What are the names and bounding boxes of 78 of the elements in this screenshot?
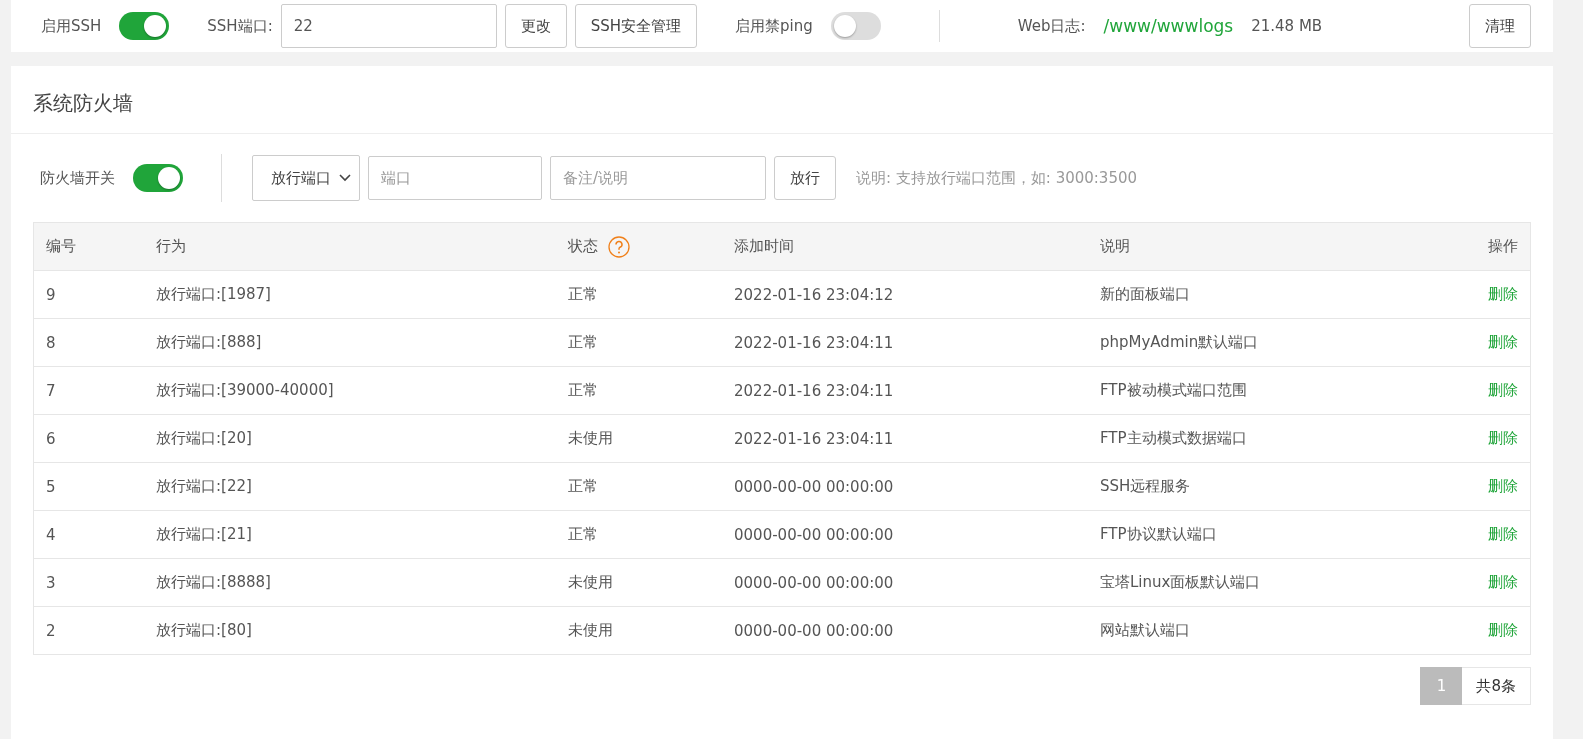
clean-button[interactable]: 清理 (1469, 4, 1531, 48)
status-cell-text: 未使用 (568, 573, 614, 592)
status-cell-text: 正常 (568, 477, 599, 496)
id-cell-text: 9 (46, 285, 57, 304)
web-log-label: Web日志: (1017, 16, 1086, 36)
status-cell-text: 正常 (568, 285, 599, 304)
status-cell-text: 正常 (568, 525, 599, 544)
ssh-button[interactable]: SSH安全管理 (574, 4, 698, 48)
id-cell-text: 3 (46, 573, 57, 592)
time-cell-text: 0000-00-00 00:00:00 (734, 573, 895, 592)
note-cell-text: FTP被动模式端口范围 (1100, 381, 1248, 400)
delete-link[interactable]: 删除 (1488, 525, 1518, 544)
firewall-title: 系统防火墙 (11, 66, 1553, 134)
note-cell-text: 网站默认端口 (1100, 621, 1191, 640)
note-cell-text: FTP主动模式数据端口 (1100, 429, 1248, 448)
action-cell-text: 放行端口:[80] (156, 621, 253, 640)
time-cell-text: 0000-00-00 00:00:00 (734, 621, 895, 640)
total-count: 共8条 (1462, 667, 1531, 705)
allow-button[interactable]: 放行 (774, 156, 836, 200)
rule-type-dropdown[interactable]: 放行端口 (252, 155, 360, 201)
ssh-port-field[interactable]: 22 (280, 4, 497, 48)
firewall-switch-label: 防火墙开关 (40, 168, 115, 188)
port-field[interactable]: 端口 (368, 156, 542, 200)
note-field[interactable]: 备注/说明 (550, 156, 766, 200)
delete-link[interactable]: 删除 (1488, 381, 1518, 400)
ssh-label: 启用SSH (41, 16, 102, 36)
column-header: 说明 (1100, 237, 1131, 256)
firewall-toggle[interactable] (133, 164, 183, 192)
action-cell-text: 放行端口:[39000-40000] (156, 381, 335, 400)
action-cell-text: 放行端口:[888] (156, 333, 263, 352)
time-cell-text: 2022-01-16 23:04:11 (734, 381, 895, 400)
time-cell-text: 0000-00-00 00:00:00 (734, 477, 895, 496)
page-button[interactable]: 1 (1420, 667, 1463, 705)
status-cell-text: 正常 (568, 381, 599, 400)
action-cell-text: 放行端口:[22] (156, 477, 253, 496)
delete-link[interactable]: 删除 (1488, 333, 1518, 352)
ping-toggle[interactable] (830, 12, 881, 40)
time-cell-text: 2022-01-16 23:04:11 (734, 333, 895, 352)
column-header: 添加时间 (734, 237, 795, 256)
delete-link[interactable]: 删除 (1488, 429, 1518, 448)
column-header: 操作 (1488, 237, 1518, 256)
note-cell-text: 新的面板端口 (1100, 285, 1191, 304)
web-log-path[interactable]: /www/wwwlogs (1103, 16, 1234, 36)
delete-link[interactable]: 删除 (1488, 285, 1518, 304)
time-cell-text: 0000-00-00 00:00:00 (734, 525, 895, 544)
note-cell-text: phpMyAdmin默认端口 (1100, 333, 1260, 352)
ssh-toggle[interactable] (119, 12, 170, 40)
action-cell-text: 放行端口:[21] (156, 525, 253, 544)
ssh-port-label: SSH端口: (207, 16, 273, 36)
web-log-size: 21.48 MB (1251, 17, 1323, 35)
id-cell-text: 6 (46, 429, 57, 448)
action-cell-text: 放行端口:[8888] (156, 573, 272, 592)
delete-link[interactable]: 删除 (1488, 477, 1518, 496)
time-cell-text: 2022-01-16 23:04:11 (734, 429, 895, 448)
help-icon[interactable] (608, 235, 630, 258)
column-header: 行为 (156, 237, 187, 256)
delete-link[interactable]: 删除 (1488, 573, 1518, 592)
status-cell-text: 未使用 (568, 429, 614, 448)
id-cell-text: 4 (46, 525, 57, 544)
column-header: 编号 (46, 237, 77, 256)
id-cell-text: 2 (46, 621, 57, 640)
action-cell-text: 放行端口:[20] (156, 429, 253, 448)
note-cell-text: FTP协议默认端口 (1100, 525, 1218, 544)
chevron-down-icon (339, 174, 351, 182)
id-cell-text: 5 (46, 477, 57, 496)
id-cell-text: 8 (46, 333, 57, 352)
note-cell-text: SSH远程服务 (1100, 477, 1192, 496)
status-cell-text: 未使用 (568, 621, 614, 640)
ssh-button[interactable]: 更改 (504, 4, 567, 48)
action-cell-text: 放行端口:[1987] (156, 285, 272, 304)
status-cell-text: 正常 (568, 333, 599, 352)
id-cell-text: 7 (46, 381, 57, 400)
column-header: 状态 (568, 237, 599, 256)
hint-text: 说明: 支持放行端口范围，如: 3000:3500 (856, 168, 1138, 188)
time-cell-text: 2022-01-16 23:04:12 (734, 285, 895, 304)
delete-link[interactable]: 删除 (1488, 621, 1518, 640)
note-cell-text: 宝塔Linux面板默认端口 (1100, 573, 1262, 592)
ping-label: 启用禁ping (735, 16, 813, 36)
